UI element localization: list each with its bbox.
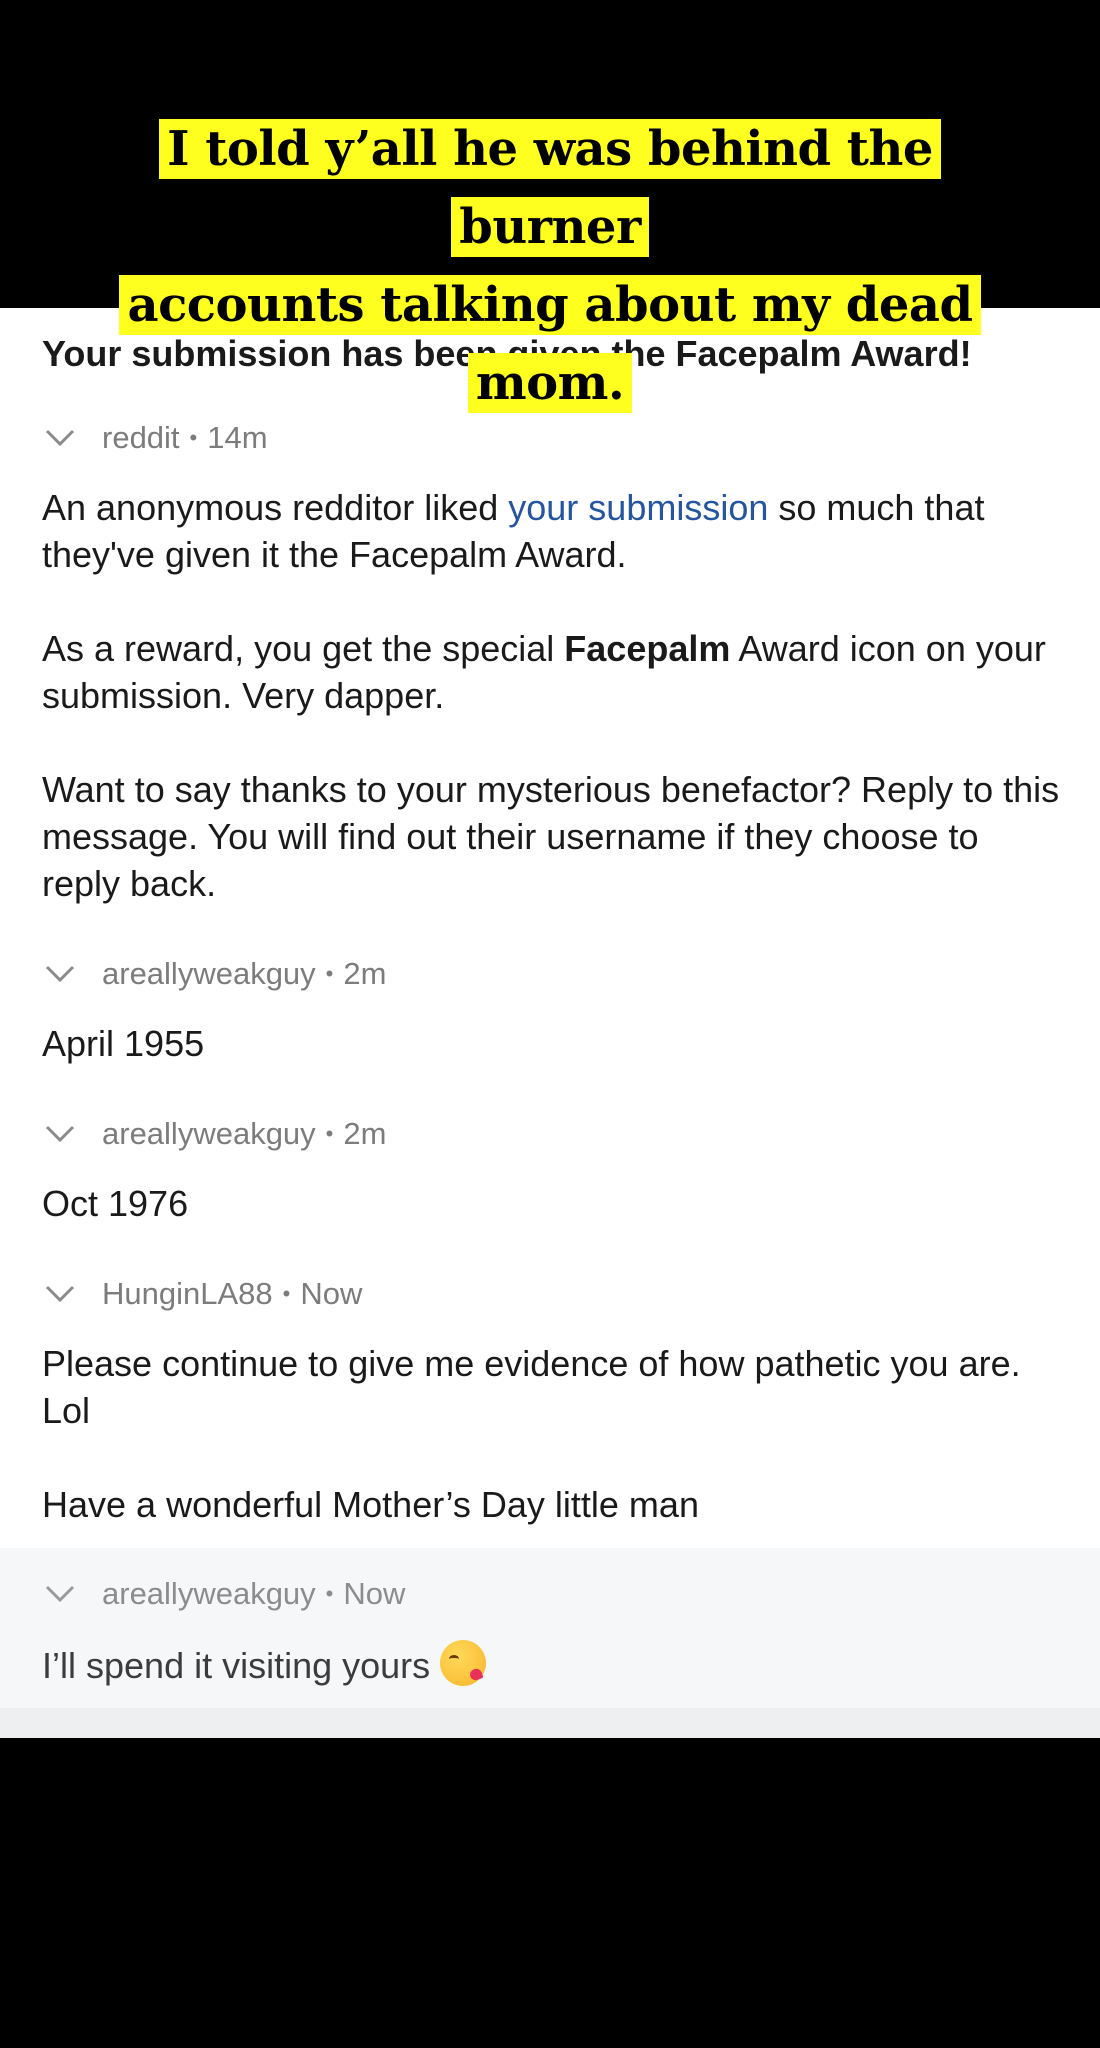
message-paragraph: Want to say thanks to your mysterious be…	[42, 769, 1060, 904]
collapse-chevron-icon[interactable]	[42, 956, 78, 992]
caption-line-2: accounts talking about my dead	[119, 275, 981, 335]
message-header: areallyweakguy • 2m	[42, 1114, 386, 1154]
paragraph-text: An anonymous redditor liked	[42, 487, 509, 528]
message-author[interactable]: reddit	[102, 420, 180, 456]
collapse-chevron-icon[interactable]	[42, 1116, 78, 1152]
meme-caption: I told y’all he was behind the burner ac…	[70, 110, 1030, 422]
separator-dot: •	[189, 425, 198, 450]
separator-dot: •	[325, 961, 334, 986]
message-author[interactable]: areallyweakguy	[102, 1116, 316, 1152]
collapse-chevron-icon[interactable]	[42, 420, 78, 456]
message-author[interactable]: areallyweakguy	[102, 956, 316, 992]
separator-dot: •	[325, 1121, 334, 1146]
message-author[interactable]: areallyweakguy	[102, 1576, 316, 1612]
message-header: areallyweakguy • Now	[42, 1574, 405, 1614]
message-time: Now	[300, 1276, 363, 1311]
message-header: HunginLA88 • Now	[42, 1274, 362, 1314]
bottom-divider	[0, 1708, 1100, 1738]
message-body: Oct 1976	[42, 1183, 189, 1224]
message-time: Now	[343, 1576, 406, 1611]
caption-line-3: mom.	[467, 353, 633, 413]
kissing-face-emoji-icon	[440, 1640, 487, 1686]
message-paragraph: Have a wonderful Mother’s Day little man	[42, 1484, 699, 1525]
message-paragraph: As a reward, you get the special Facepal…	[42, 625, 1062, 719]
message-body: Please continue to give me evidence of h…	[42, 1340, 1062, 1528]
message-author[interactable]: HunginLA88	[102, 1276, 273, 1312]
message-thread: Your submission has been given the Facep…	[0, 308, 1100, 1738]
collapse-chevron-icon[interactable]	[42, 1576, 78, 1612]
latest-message: areallyweakguy • Now I’ll spend it visit…	[0, 1548, 1100, 1708]
message-paragraph: Please continue to give me evidence of h…	[42, 1343, 1021, 1431]
message-time: 2m	[343, 956, 387, 991]
message-body: April 1955	[42, 1023, 205, 1064]
separator-dot: •	[282, 1281, 291, 1306]
message-header: reddit • 14m	[42, 418, 268, 458]
message-paragraph: An anonymous redditor liked your submiss…	[42, 484, 1062, 578]
message-body: I’ll spend it visiting yours	[42, 1640, 1062, 1689]
separator-dot: •	[325, 1581, 334, 1606]
paragraph-text: As a reward, you get the special	[42, 628, 565, 669]
message-time: 14m	[207, 420, 268, 455]
award-name: Facepalm	[564, 628, 731, 669]
collapse-chevron-icon[interactable]	[42, 1276, 78, 1312]
message-header: areallyweakguy • 2m	[42, 954, 386, 994]
caption-line-1: I told y’all he was behind the burner	[159, 119, 941, 257]
message-text: I’ll spend it visiting yours	[42, 1645, 431, 1686]
message-time: 2m	[343, 1116, 387, 1151]
message-body: An anonymous redditor liked your submiss…	[42, 484, 1062, 907]
submission-link[interactable]: your submission	[508, 487, 768, 528]
